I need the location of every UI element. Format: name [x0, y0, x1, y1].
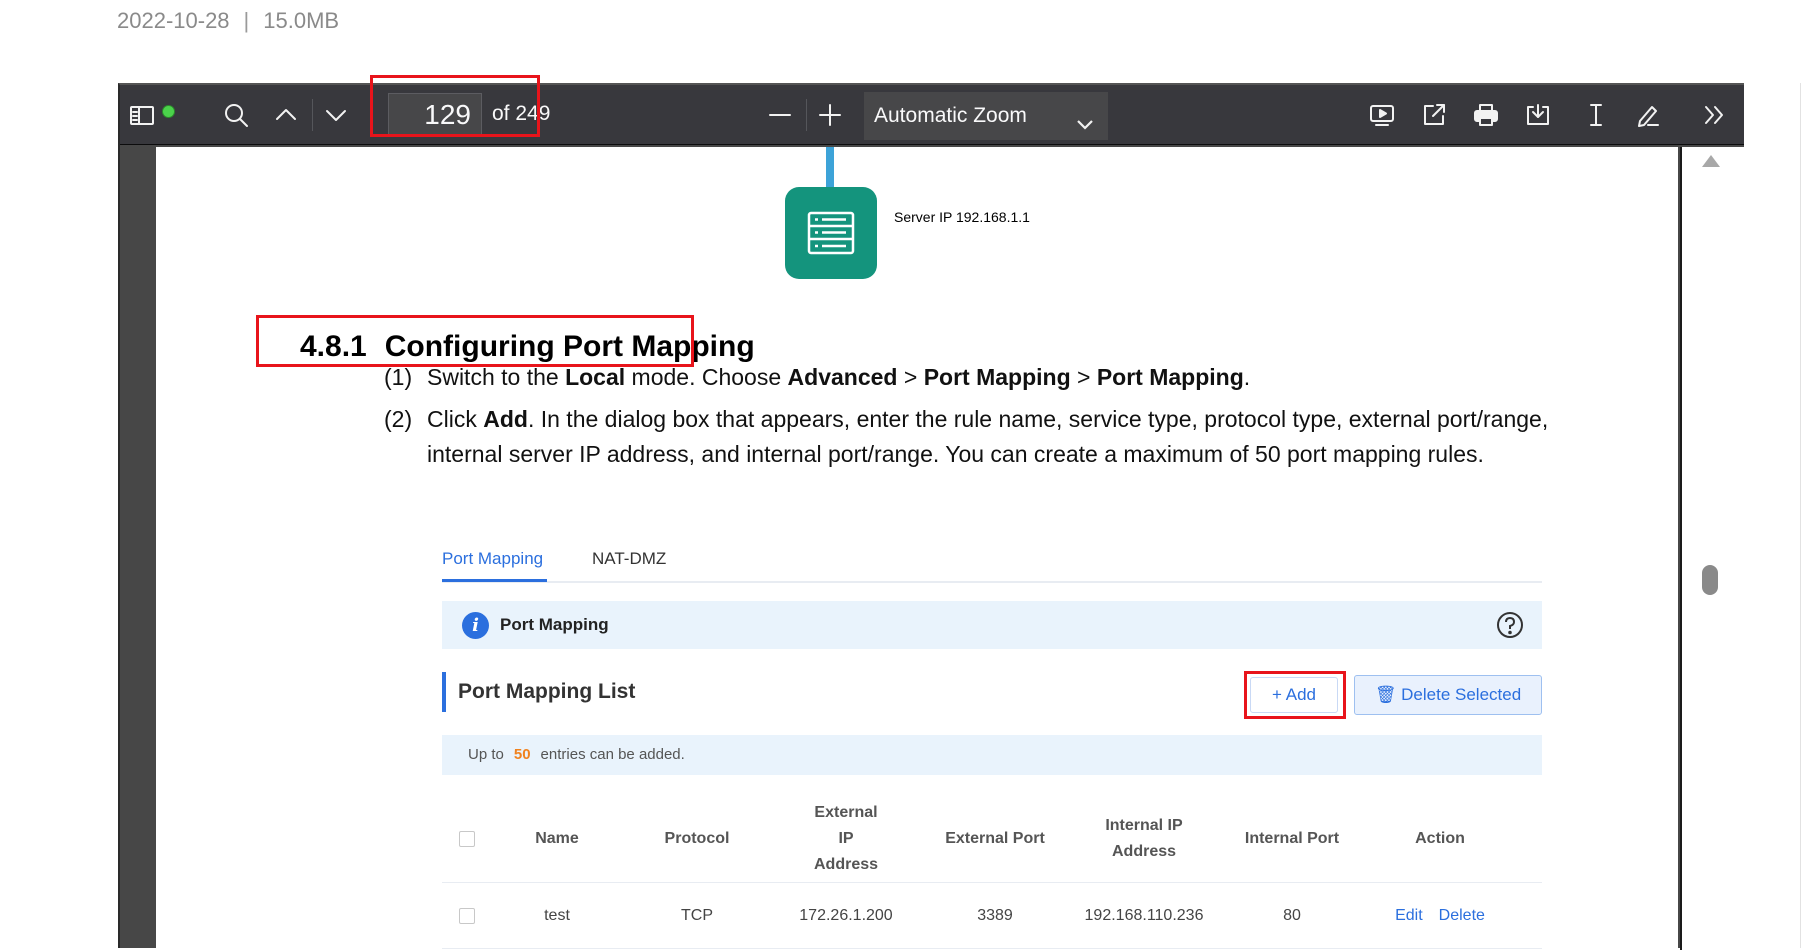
step-text: Switch to the Local mode. Choose Advance…: [427, 364, 1251, 390]
page-number-input[interactable]: 129: [388, 93, 482, 137]
toolbar-divider: [312, 99, 313, 131]
zoom-select[interactable]: Automatic Zoom: [864, 92, 1108, 140]
active-tab-indicator: [442, 579, 547, 582]
trash-icon: 🗑: [1374, 685, 1397, 704]
cell-name: test: [544, 906, 570, 924]
delete-selected-label: Delete Selected: [1401, 685, 1522, 704]
draw-icon[interactable]: [1628, 95, 1668, 135]
open-external-icon[interactable]: [1414, 95, 1454, 135]
tab-nat-dmz[interactable]: NAT-DMZ: [592, 549, 666, 569]
tab-port-mapping[interactable]: Port Mapping: [442, 549, 543, 569]
entry-limit-bar: Up to 50 entries can be added.: [442, 735, 1542, 775]
limit-suffix: entries can be added.: [540, 746, 685, 763]
sidebar-toggle-icon[interactable]: [122, 95, 175, 135]
column-header-action: Action: [1415, 829, 1465, 847]
delete-link[interactable]: Delete: [1439, 903, 1485, 929]
help-icon[interactable]: [1496, 611, 1524, 639]
add-button[interactable]: + Add: [1250, 677, 1338, 713]
scroll-up-icon[interactable]: [1702, 155, 1720, 167]
column-header-external-ip: External IP Address: [813, 803, 879, 873]
server-ip-label: Server IP 192.168.1.1: [894, 209, 1030, 225]
cell-external-port: 3389: [977, 906, 1013, 924]
info-bar: i Port Mapping: [442, 601, 1542, 649]
column-header-internal-ip: Internal IP Address: [1105, 816, 1183, 860]
notification-dot: [162, 105, 175, 118]
tab-bar: Port Mapping NAT-DMZ: [442, 537, 1542, 583]
cell-protocol: TCP: [681, 906, 713, 924]
file-size: 15.0MB: [263, 8, 340, 33]
download-icon[interactable]: [1518, 95, 1558, 135]
table-header: Name Protocol External IP Address Extern…: [442, 795, 1542, 883]
info-icon: i: [462, 612, 489, 639]
delete-selected-button[interactable]: 🗑 Delete Selected: [1354, 675, 1542, 715]
limit-prefix: Up to: [468, 746, 504, 763]
previous-page-icon[interactable]: [266, 95, 306, 135]
next-page-icon[interactable]: [316, 95, 356, 135]
meta-separator: |: [243, 8, 250, 33]
server-icon: [785, 187, 877, 279]
print-icon[interactable]: [1466, 95, 1506, 135]
page-edge: [1800, 83, 1812, 948]
pdf-viewer: 129 of 249 Automatic Zoom Server IP 192.…: [118, 75, 1746, 950]
cell-internal-port: 80: [1283, 906, 1301, 924]
page-total: of 249: [492, 102, 551, 125]
select-all-checkbox[interactable]: [442, 795, 492, 882]
search-icon[interactable]: [216, 95, 256, 135]
column-header-external-port: External Port: [945, 829, 1045, 847]
scroll-thumb[interactable]: [1702, 565, 1718, 595]
cell-action: Edit Delete: [1366, 883, 1514, 948]
edit-link[interactable]: Edit: [1395, 903, 1423, 929]
step-text: Click Add. In the dialog box that appear…: [427, 406, 1549, 432]
file-date: 2022-10-28: [117, 8, 230, 33]
info-title: Port Mapping: [500, 615, 609, 634]
network-connector-line: [826, 147, 834, 187]
step-number: (2): [384, 406, 413, 432]
pdf-page: Server IP 192.168.1.1 4.8.1 Configuring P…: [156, 147, 1678, 950]
pdf-toolbar: 129 of 249 Automatic Zoom: [120, 75, 1744, 145]
vertical-scrollbar[interactable]: [1680, 147, 1746, 950]
cell-internal-ip: 192.168.110.236: [1084, 906, 1204, 924]
presentation-icon[interactable]: [1362, 95, 1402, 135]
cell-external-ip: 172.26.1.200: [799, 906, 893, 924]
zoom-out-icon[interactable]: [760, 95, 800, 135]
step-number: (1): [384, 364, 413, 390]
column-header-protocol: Protocol: [664, 829, 730, 847]
chevron-down-icon: [1074, 105, 1096, 130]
toolbar-divider: [806, 99, 807, 131]
list-title: Port Mapping List: [442, 672, 635, 712]
more-tools-icon[interactable]: [1694, 95, 1734, 135]
limit-value: 50: [513, 746, 531, 763]
step-text: internal server IP address, and internal…: [427, 441, 1484, 467]
section-number: 4.8.1: [300, 330, 367, 363]
text-select-icon[interactable]: [1576, 95, 1616, 135]
column-header-name: Name: [535, 829, 579, 847]
column-header-internal-port: Internal Port: [1244, 829, 1340, 847]
file-meta: 2022-10-28 | 15.0MB: [117, 8, 339, 34]
zoom-value: Automatic Zoom: [874, 104, 1027, 127]
row-checkbox[interactable]: [442, 883, 492, 948]
zoom-in-icon[interactable]: [810, 95, 850, 135]
table-row: test TCP 172.26.1.200 3389 192.168.110.2…: [442, 883, 1542, 949]
